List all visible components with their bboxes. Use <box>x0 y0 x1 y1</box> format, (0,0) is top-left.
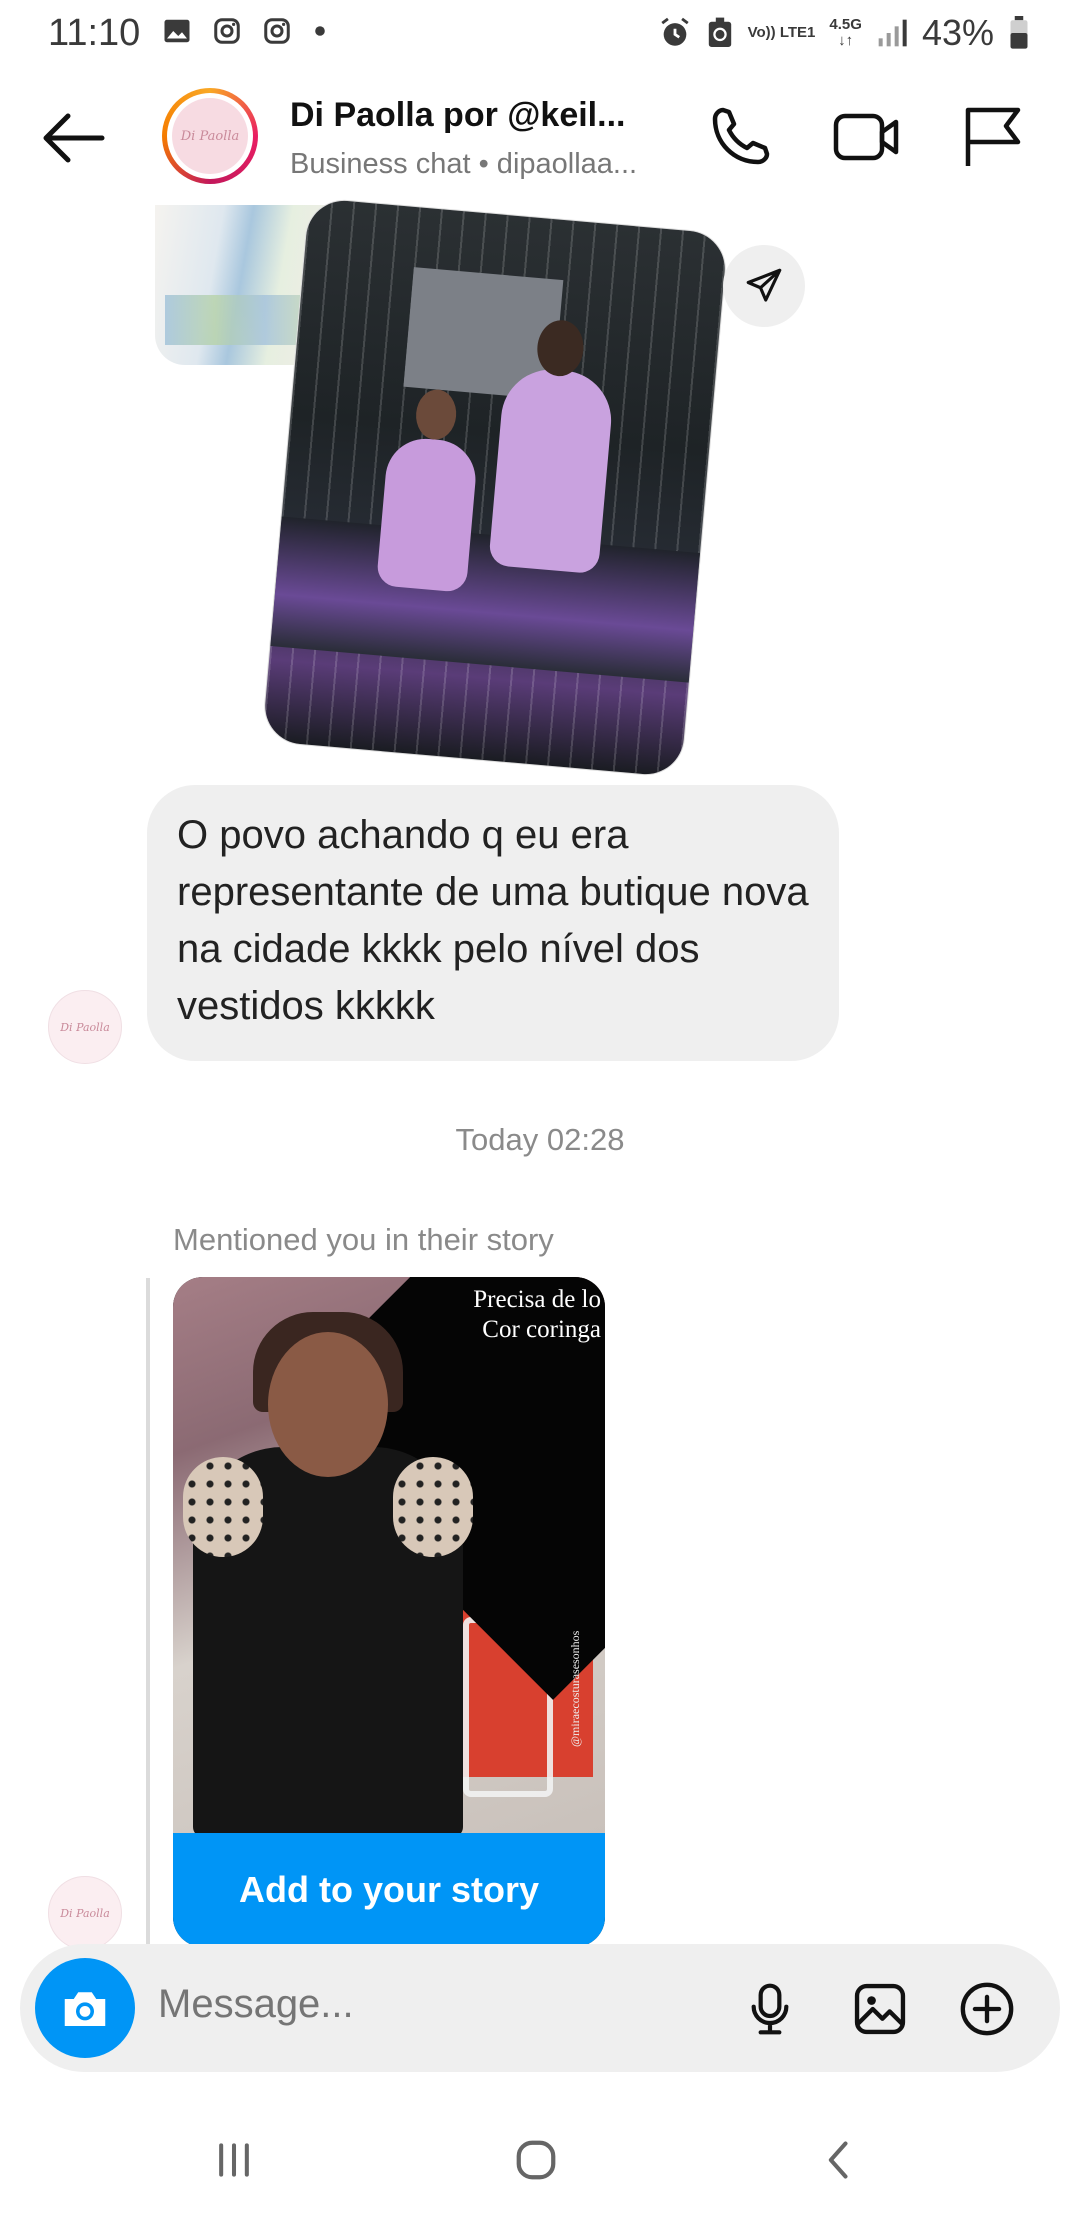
battery-icon <box>1010 16 1028 49</box>
status-left-icons <box>162 16 328 46</box>
home-button[interactable] <box>506 2130 566 2190</box>
story-overlay-text: Precisa de lo Cor coringa <box>473 1286 601 1343</box>
phone-icon[interactable] <box>705 102 775 172</box>
network-label: Vo)) LTE1 <box>747 24 816 41</box>
sender-avatar[interactable]: Di Paolla <box>48 990 122 1064</box>
gallery-icon <box>854 1983 906 2035</box>
video-icon[interactable] <box>832 102 902 172</box>
back-nav-button[interactable] <box>810 2130 870 2190</box>
status-bar: 11:10 Vo)) LTE1 4.5G ↓↑ 43% <box>0 0 1080 66</box>
add-to-story-button[interactable]: Add to your story <box>173 1833 605 1947</box>
add-button[interactable] <box>952 1974 1022 2044</box>
recent-apps-button[interactable] <box>204 2130 264 2190</box>
flag-icon[interactable] <box>958 102 1028 172</box>
timestamp: Today 02:28 <box>455 1122 625 1157</box>
message-composer <box>20 1944 1060 2072</box>
gallery-icon <box>164 19 190 43</box>
message-bubble[interactable]: O povo achando q eu era representante de… <box>147 785 839 1061</box>
back-arrow-icon[interactable] <box>38 108 108 168</box>
story-divider <box>146 1278 150 1946</box>
recent-apps-icon <box>219 2143 249 2177</box>
chat-header: Di Paolla Di Paolla por @keil... Busines… <box>0 70 1080 204</box>
shared-photo[interactable] <box>262 197 728 778</box>
header-avatar[interactable]: Di Paolla <box>162 88 258 184</box>
status-right-icons: Vo)) LTE1 4.5G ↓↑ 43% <box>658 12 1030 54</box>
chat-title[interactable]: Di Paolla por @keil... <box>290 96 670 135</box>
share-button[interactable] <box>723 245 805 327</box>
signal-icon <box>878 19 907 47</box>
message-input[interactable] <box>158 1982 588 2027</box>
gallery-button[interactable] <box>845 1974 915 2044</box>
data-saver-icon <box>708 17 731 47</box>
add-circle-icon <box>960 1982 1014 2036</box>
camera-icon <box>64 1992 106 2026</box>
home-icon <box>516 2140 556 2180</box>
microphone-icon <box>751 1983 789 2035</box>
send-icon <box>746 268 782 302</box>
camera-button[interactable] <box>35 1958 135 2058</box>
chat-subtitle[interactable]: Business chat • dipaollaa... <box>290 148 670 181</box>
story-watermark: @miraecosturasesonhos <box>568 1630 582 1747</box>
alarm-icon <box>661 17 689 46</box>
microphone-button[interactable] <box>735 1974 805 2044</box>
instagram-icon <box>264 18 290 44</box>
avatar-logo: Di Paolla <box>172 98 248 174</box>
instagram-icon <box>214 18 240 44</box>
sender-avatar[interactable]: Di Paolla <box>48 1876 122 1950</box>
dot-icon <box>315 26 325 36</box>
status-time: 11:10 <box>48 12 141 54</box>
story-card[interactable]: Precisa de lo Cor coringa @miraecosturas… <box>173 1277 605 1947</box>
system-nav-bar <box>0 2090 1080 2220</box>
mention-label: Mentioned you in their story <box>173 1222 554 1257</box>
network-type: 4.5G ↓↑ <box>829 16 862 49</box>
back-chevron-icon <box>828 2141 848 2179</box>
story-image[interactable]: Precisa de lo Cor coringa @miraecosturas… <box>173 1277 605 1833</box>
battery-level: 43% <box>921 12 994 53</box>
